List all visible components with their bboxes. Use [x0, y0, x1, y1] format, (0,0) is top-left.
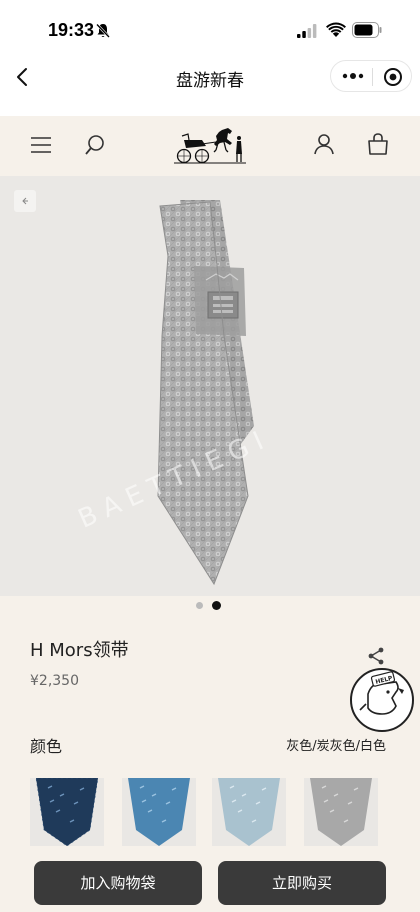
color-swatches — [0, 778, 420, 848]
brand-logo[interactable] — [172, 126, 248, 166]
bell-slash-icon — [96, 23, 110, 38]
close-target-icon[interactable] — [383, 67, 403, 87]
header-spacer — [0, 98, 420, 116]
swatch-grey[interactable] — [304, 778, 378, 846]
swatch-tie-navy — [30, 778, 104, 846]
share-icon[interactable] — [366, 646, 386, 666]
buy-now-button[interactable]: 立即购买 — [218, 861, 386, 905]
status-bar: 19:33 — [0, 0, 420, 58]
tie-illustration — [157, 200, 254, 586]
carousel-dot[interactable] — [196, 602, 203, 609]
product-image[interactable]: BAETTIEGI — [0, 176, 420, 596]
help-button[interactable]: HELP — [350, 668, 414, 732]
bag-icon[interactable] — [366, 132, 390, 156]
help-dog-icon: HELP — [359, 671, 404, 715]
swatch-tie-blue — [122, 778, 196, 846]
swatch-light-blue[interactable] — [212, 778, 286, 846]
wifi-icon — [326, 22, 346, 37]
menu-icon[interactable] — [30, 136, 52, 154]
carousel-dot-active[interactable] — [212, 601, 221, 610]
status-time: 19:33 — [48, 20, 95, 40]
swatch-navy[interactable] — [30, 778, 104, 846]
mini-program-title-bar: 盘游新春 — [0, 58, 420, 98]
swatch-tie-grey — [304, 778, 378, 846]
color-values: 灰色/炭灰色/白色 — [286, 739, 386, 754]
image-back-button[interactable] — [14, 190, 36, 212]
more-icon[interactable] — [341, 69, 365, 83]
color-label: 颜色 — [30, 737, 63, 756]
arrow-left-icon — [22, 197, 28, 205]
capsule-divider — [372, 68, 373, 86]
product-name: H Mors领带 — [30, 640, 129, 661]
action-bar: 加入购物袋 立即购买 — [0, 852, 420, 912]
battery-icon — [352, 22, 382, 38]
swatch-tie-light-blue — [212, 778, 286, 846]
swatch-blue[interactable] — [122, 778, 196, 846]
user-icon[interactable] — [312, 132, 336, 156]
product-price: ¥2,350 — [30, 673, 79, 689]
mini-program-capsule — [330, 60, 412, 92]
add-to-cart-button[interactable]: 加入购物袋 — [34, 861, 202, 905]
site-header — [0, 116, 420, 176]
search-icon[interactable] — [84, 134, 106, 156]
signal-icon — [297, 24, 317, 38]
